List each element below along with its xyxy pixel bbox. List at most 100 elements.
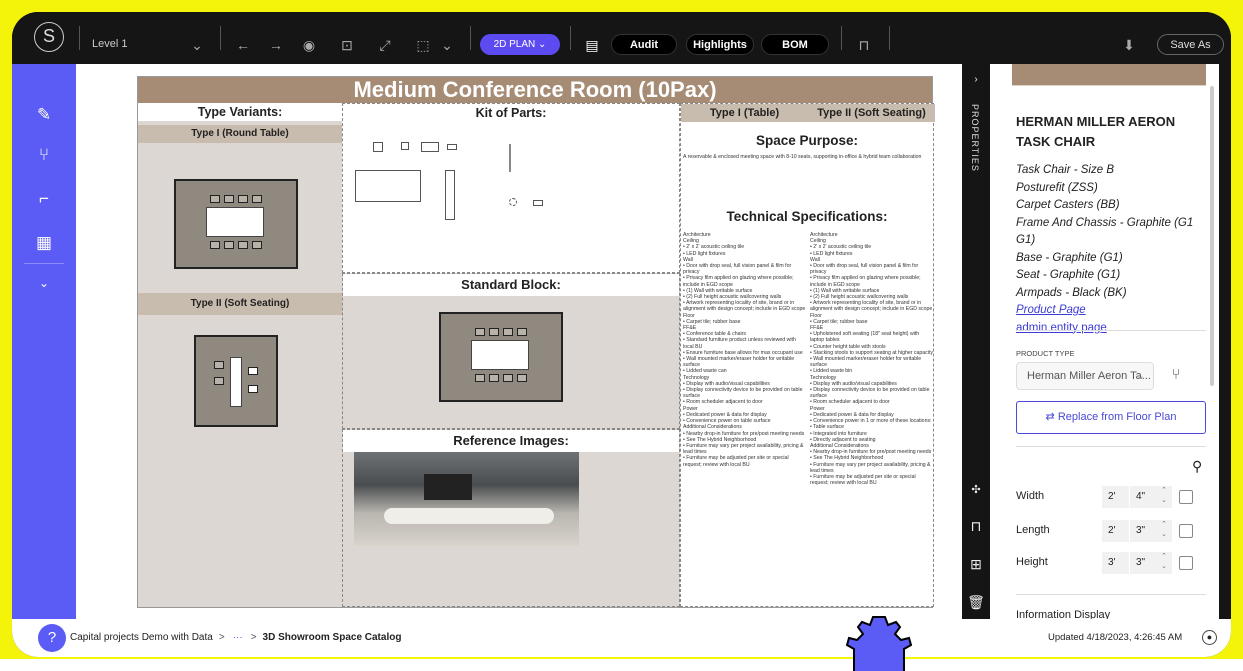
height-checkbox[interactable] (1179, 556, 1193, 570)
properties-tab[interactable]: PROPERTIES (970, 104, 980, 172)
properties-panel: HERMAN MILLER AERON TASK CHAIR Task Chai… (990, 64, 1206, 619)
product-type-select[interactable]: Herman Miller Aeron Ta... ⌄ (1016, 362, 1154, 390)
chevron-down-icon: ⌄ (1135, 370, 1145, 382)
chair (248, 367, 258, 375)
screenshot-icon[interactable]: ⊡ (336, 34, 358, 56)
chair-icon[interactable]: ⑂ (1166, 366, 1186, 386)
product-type-value: Herman Miller Aeron Ta... (1027, 370, 1151, 382)
bom-button[interactable]: BOM (761, 34, 829, 55)
help-button[interactable]: ? (38, 624, 66, 652)
type-variants-heading: Type Variants: (138, 103, 342, 121)
room-icon[interactable]: ⌐ (33, 188, 55, 210)
width-inches-input[interactable]: 4" (1130, 486, 1157, 508)
height-feet-input[interactable]: 3' (1102, 552, 1129, 574)
selection-icon[interactable]: ⬚ (412, 34, 434, 56)
center-icon[interactable]: ✣ (966, 480, 986, 500)
height-label: Height (1016, 556, 1048, 568)
chair (214, 377, 224, 385)
eye-icon[interactable]: ◉ (298, 34, 320, 56)
chair (238, 195, 248, 203)
width-row: Width 2' 4" ⌃ ⌄ (1016, 486, 1206, 510)
chair (517, 328, 527, 336)
width-checkbox[interactable] (1179, 490, 1193, 504)
view-mode-label: 2D PLAN (493, 39, 536, 50)
type-i-heading: Type I (Round Table) (138, 125, 342, 143)
fullscreen-icon[interactable]: ⤢ (374, 34, 396, 56)
highlights-button[interactable]: Highlights (686, 34, 754, 55)
level-selector-label[interactable]: Level 1 (92, 38, 127, 50)
type-ii-plan[interactable] (194, 335, 278, 427)
comment-download-icon[interactable]: ⬇ (1118, 34, 1140, 56)
product-page-link[interactable]: Product Page (1016, 302, 1206, 320)
left-tool-rail: ✎ ⑂ ⌐ ▦ ⌄ (12, 64, 76, 619)
chair (503, 374, 513, 382)
status-bar: ? Capital projects Demo with Data > ··· >3D… (12, 619, 1231, 657)
chair (238, 241, 248, 249)
status-indicator-icon[interactable]: ● (1202, 630, 1217, 645)
replace-icon: ⇄ (1045, 411, 1055, 423)
product-type-label: PRODUCT TYPE (1016, 349, 1075, 358)
height-stepper[interactable]: ⌃ ⌄ (1156, 552, 1172, 574)
toolbar-divider (841, 26, 842, 50)
type-i-plan[interactable] (174, 179, 298, 269)
chair (503, 328, 513, 336)
catalog-board: Medium Conference Room (10Pax) Type Vari… (137, 76, 935, 608)
view-mode-dropdown[interactable]: 2D PLAN ⌄ (480, 34, 560, 55)
length-inches-input[interactable]: 3" (1130, 520, 1157, 542)
kit-conference-table (355, 170, 421, 202)
chair (224, 195, 234, 203)
height-inches-input[interactable]: 3" (1130, 552, 1157, 574)
product-attributes: Task Chair - Size B Posturefit (ZSS) Car… (1016, 162, 1206, 337)
redo-icon[interactable]: → (265, 34, 287, 56)
width-feet-input[interactable]: 2' (1102, 486, 1129, 508)
width-label: Width (1016, 490, 1045, 502)
admin-entity-link[interactable]: admin entity page (1016, 320, 1206, 338)
attribute-line: Armpads - Black (BK) (1016, 286, 1127, 299)
pencil-icon[interactable]: ✎ (33, 104, 55, 126)
information-display-heading[interactable]: Information Display (1016, 609, 1110, 619)
toolbar-divider (570, 26, 571, 50)
comment-icon[interactable]: ▤ (581, 34, 603, 56)
chevron-down-icon[interactable]: ⌄ (186, 34, 208, 56)
save-as-button[interactable]: Save As (1157, 34, 1224, 55)
audit-button[interactable]: Audit (611, 34, 677, 55)
add-item-icon[interactable]: ⊞ (966, 554, 986, 574)
panel-divider (1016, 594, 1206, 595)
unlock-icon[interactable]: ⊓ (966, 516, 986, 536)
collapse-panel-icon[interactable]: › (966, 70, 986, 90)
expand-icon[interactable]: ⌄ (33, 272, 55, 294)
chair (475, 374, 485, 382)
standard-block-plan[interactable] (439, 312, 563, 402)
chair (224, 241, 234, 249)
breadcrumb-more[interactable]: ··· (233, 632, 243, 643)
space-purpose-text: A reservable & enclosed meeting space wi… (683, 154, 922, 160)
chair-icon[interactable]: ⑂ (33, 144, 55, 166)
panel-scrollbar[interactable] (1206, 64, 1219, 619)
spec-type-i: Architecture Ceiling • 2' x 2' acoustic … (683, 232, 806, 468)
counter-table (230, 357, 242, 407)
breadcrumb-root[interactable]: Capital projects Demo with Data (70, 632, 213, 643)
plan-canvas[interactable]: Medium Conference Room (10Pax) Type Vari… (76, 64, 962, 619)
kit-of-parts-heading: Kit of Parts: (343, 104, 679, 122)
lock-icon[interactable]: ⊓ (853, 34, 875, 56)
panel-divider (1016, 446, 1206, 447)
app-logo[interactable]: S (34, 22, 64, 52)
floorplan-icon[interactable]: ▦ (33, 232, 55, 254)
chair (252, 241, 262, 249)
reference-photo[interactable] (354, 452, 579, 546)
chevron-down-icon[interactable]: ⌄ (436, 34, 458, 56)
link-dimensions-icon[interactable]: ⚲ (1192, 458, 1202, 475)
length-stepper[interactable]: ⌃ ⌄ (1156, 520, 1172, 542)
attribute-line: Seat - Graphite (G1) (1016, 269, 1121, 281)
undo-icon[interactable]: ← (232, 34, 254, 56)
photo-display (424, 474, 472, 500)
trash-icon[interactable]: 🗑 (966, 592, 986, 612)
kit-side-table (533, 200, 543, 206)
conference-table (471, 340, 529, 370)
scrollbar-thumb[interactable] (1210, 86, 1214, 386)
length-checkbox[interactable] (1179, 524, 1193, 538)
toolbar-divider (889, 26, 890, 50)
replace-from-floor-plan-button[interactable]: ⇄ Replace from Floor Plan (1016, 401, 1206, 434)
length-feet-input[interactable]: 2' (1102, 520, 1129, 542)
width-stepper[interactable]: ⌃ ⌄ (1156, 486, 1172, 508)
